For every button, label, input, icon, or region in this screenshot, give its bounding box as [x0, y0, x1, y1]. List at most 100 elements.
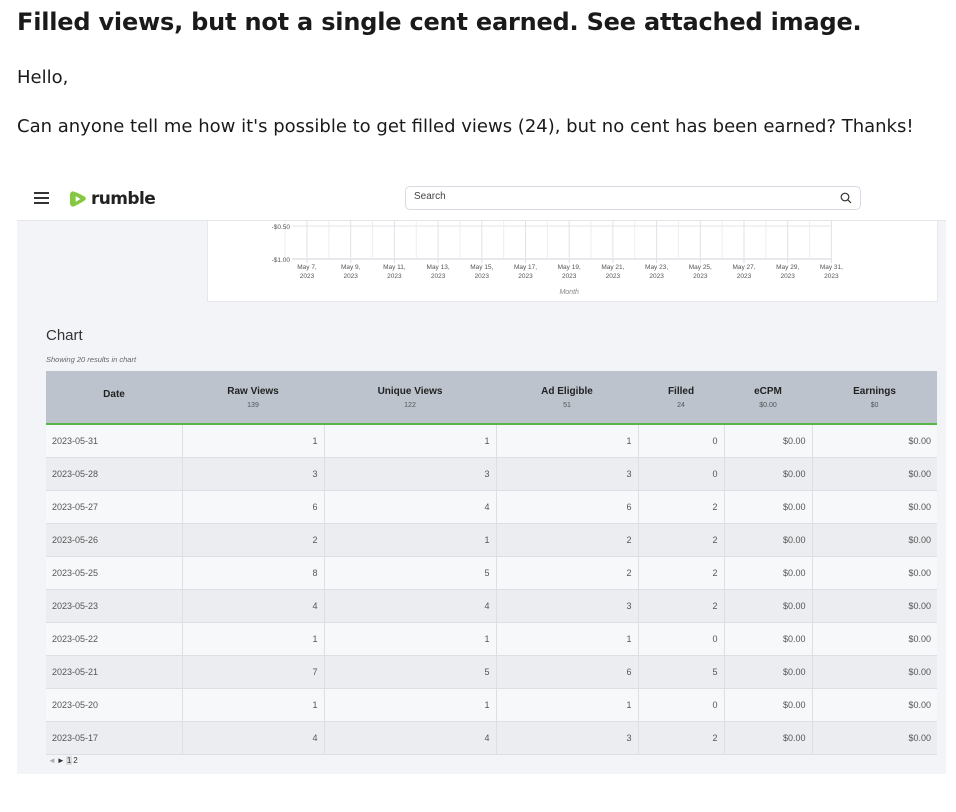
x-tick-label: May 21,	[601, 264, 624, 271]
x-tick-label: May 17,	[514, 264, 537, 271]
table-cell: 2023-05-21	[46, 655, 183, 688]
pagination: ◄ ► 1 2	[48, 756, 79, 765]
table-cell: $0.00	[908, 435, 931, 446]
column-header[interactable]: Unique Views 122	[324, 371, 496, 424]
table-cell: $0.00	[908, 666, 931, 677]
column-label: Earnings	[853, 385, 896, 397]
table-cell: 4	[324, 490, 497, 523]
column-header[interactable]: Date	[46, 371, 182, 424]
table-cell: 2	[638, 556, 725, 589]
table-row: 2023-05-22 1 1 1 0 $0.00 $0.00	[46, 622, 937, 655]
table-row: 2023-05-31 1 1 1 0 $0.00 $0.00	[46, 424, 937, 457]
column-header[interactable]: eCPM $0.00	[724, 371, 812, 424]
page-link-2[interactable]: 2	[73, 756, 77, 765]
table-cell: $0.00	[724, 589, 813, 622]
table-cell: 1	[324, 688, 497, 721]
rumble-logo[interactable]: rumble	[69, 188, 156, 210]
table-row: 2023-05-26 2 1 2 2 $0.00 $0.00	[46, 523, 937, 556]
table-cell: 1	[182, 622, 325, 655]
table-cell: 1	[324, 523, 497, 556]
x-axis-label: Month	[559, 289, 579, 296]
table-cell: 4	[182, 589, 325, 622]
column-label: Raw Views	[227, 385, 279, 397]
table-row: 2023-05-21 7 5 6 5 $0.00 $0.00	[46, 655, 937, 688]
table-cell: 4	[324, 721, 497, 754]
table-cell: 2023-05-28	[46, 457, 183, 490]
column-header[interactable]: Earnings $0	[812, 371, 937, 424]
table-cell: $0.00	[908, 567, 931, 578]
column-label: Ad Eligible	[541, 385, 593, 397]
table-cell: 4	[182, 721, 325, 754]
table-cell: $0.00	[908, 534, 931, 545]
x-tick-label: May 31,	[820, 264, 843, 271]
table-cell: 2023-05-23	[46, 589, 183, 622]
y-tick-label: -$0.50	[272, 224, 291, 231]
column-header[interactable]: Filled 24	[638, 371, 724, 424]
x-tick-label: 2023	[431, 273, 446, 280]
column-total: $0	[870, 401, 879, 409]
table-cell: $0.00	[908, 468, 931, 479]
table-cell: $0.00	[908, 501, 931, 512]
table-row: 2023-05-27 6 4 6 2 $0.00 $0.00	[46, 490, 937, 523]
table-cell: 1	[496, 688, 639, 721]
x-tick-label: 2023	[343, 273, 358, 280]
table-cell: $0.00	[724, 622, 813, 655]
x-tick-label: 2023	[824, 273, 839, 280]
table-row: 2023-05-25 8 5 2 2 $0.00 $0.00	[46, 556, 937, 589]
table-cell: 4	[324, 589, 497, 622]
x-tick-label: May 15,	[470, 264, 493, 271]
table-cell: 6	[182, 490, 325, 523]
table-cell: 3	[182, 457, 325, 490]
table-cell: 2023-05-17	[46, 721, 183, 754]
table-cell: 1	[324, 424, 497, 457]
x-tick-label: 2023	[475, 273, 490, 280]
table-cell: 2	[496, 523, 639, 556]
column-total: 139	[247, 401, 259, 409]
table-cell: 7	[182, 655, 325, 688]
table-cell: 2	[638, 523, 725, 556]
table-cell: 5	[324, 655, 497, 688]
x-tick-label: May 13,	[427, 264, 450, 271]
table-cell: 2023-05-26	[46, 523, 183, 556]
x-tick-label: May 11,	[383, 264, 406, 271]
post-greeting: Hello,	[17, 67, 69, 88]
column-total: 24	[677, 401, 685, 409]
post-body: Can anyone tell me how it's possible to …	[17, 116, 914, 137]
page-link-1[interactable]: 1	[65, 756, 73, 765]
table-cell: 3	[496, 589, 639, 622]
x-tick-label: 2023	[649, 273, 664, 280]
next-page-icon[interactable]: ►	[57, 756, 65, 765]
search-box[interactable]	[405, 186, 861, 210]
table-cell: 2023-05-22	[46, 622, 183, 655]
table-cell: $0.00	[724, 424, 813, 457]
x-tick-label: May 9,	[341, 264, 361, 271]
search-icon[interactable]	[840, 192, 852, 204]
post-title: Filled views, but not a single cent earn…	[17, 8, 862, 36]
table-cell: $0.00	[724, 655, 813, 688]
table-cell: 1	[496, 622, 639, 655]
column-label: Unique Views	[377, 385, 443, 397]
table-body: 2023-05-31 1 1 1 0 $0.00 $0.00 2023-05-28 3 3 3 0 $0…	[46, 424, 937, 754]
table-row: 2023-05-23 4 4 3 2 $0.00 $0.00	[46, 589, 937, 622]
table-cell: 1	[182, 424, 325, 457]
earnings-graph: -$0.50 -$1.00 May 7, 2023 May 9, 2023 May 11, 2…	[207, 221, 938, 302]
x-tick-label: May 23,	[645, 264, 668, 271]
column-header[interactable]: Ad Eligible 51	[496, 371, 638, 424]
prev-page-icon[interactable]: ◄	[48, 756, 56, 765]
column-header[interactable]: Raw Views 139	[182, 371, 324, 424]
table-row: 2023-05-28 3 3 3 0 $0.00 $0.00	[46, 457, 937, 490]
table-cell: 0	[638, 457, 725, 490]
table-cell: $0.00	[724, 457, 813, 490]
column-total: $0.00	[759, 401, 777, 409]
x-tick-label: May 7,	[297, 264, 317, 271]
table-cell: 1	[324, 622, 497, 655]
search-input[interactable]	[414, 191, 814, 202]
table-cell: $0.00	[724, 556, 813, 589]
earnings-graph-canvas: -$0.50 -$1.00 May 7, 2023 May 9, 2023 May 11, 2…	[272, 221, 843, 296]
table-cell: 2023-05-25	[46, 556, 183, 589]
table-cell: 6	[496, 490, 639, 523]
menu-icon[interactable]	[34, 192, 49, 204]
column-label: Filled	[667, 385, 695, 397]
x-tick-label: May 19,	[558, 264, 581, 271]
table-cell: 3	[496, 457, 639, 490]
